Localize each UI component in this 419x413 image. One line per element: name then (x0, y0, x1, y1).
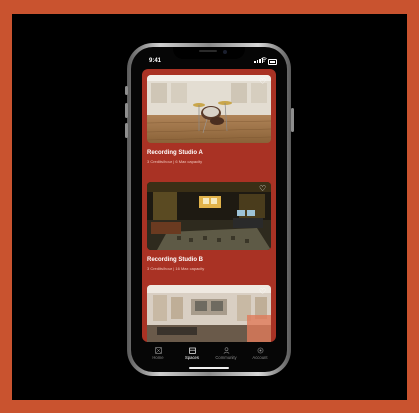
space-capacity: 6 Max capacity (175, 159, 203, 164)
home-icon (154, 347, 162, 354)
community-icon (223, 347, 229, 354)
space-meta: 3 Credits/hour | 6 Max capacity (147, 159, 271, 164)
favorite-heart-icon[interactable]: ♡ (259, 288, 267, 296)
space-title: Recording Studio A (147, 150, 203, 156)
battery-icon (268, 59, 277, 65)
earpiece-speaker (199, 50, 217, 52)
account-icon (257, 347, 263, 354)
tab-account[interactable]: Account (245, 345, 275, 372)
space-card[interactable]: ♡ Recording Studio B 3 Credits/hour | 16… (147, 182, 271, 271)
favorite-heart-icon[interactable]: ♡ (259, 78, 267, 86)
spaces-icon (188, 347, 196, 354)
space-photo: ♡ (147, 75, 271, 143)
status-time: 9:41 (149, 58, 162, 64)
volume-down-button (125, 123, 128, 138)
tab-label: Community (215, 355, 237, 360)
tab-label: Spaces (185, 355, 199, 360)
tab-label: Account (252, 355, 268, 360)
space-photo: ♡ (147, 182, 271, 250)
mute-switch (125, 86, 128, 95)
space-capacity: 16 Max capacity (175, 266, 205, 271)
space-card[interactable]: ♡ Recording Studio A 3 Credits/hour | 6 … (147, 75, 271, 164)
front-camera (223, 50, 227, 54)
spaces-list[interactable]: ♡ Recording Studio A 3 Credits/hour | 6 … (142, 69, 276, 342)
notch (173, 47, 245, 59)
power-button (291, 108, 294, 132)
space-photo: ♡ (147, 285, 271, 342)
space-meta: 3 Credits/hour | 16 Max capacity (147, 266, 271, 271)
volume-up-button (125, 103, 128, 118)
favorite-heart-icon[interactable]: ♡ (259, 185, 267, 193)
wifi-icon (261, 57, 267, 64)
phone-screen: 9:41 ♡ Recording Studio A 3 Credits/hour… (131, 47, 287, 372)
space-credits: 3 Credits/hour (147, 159, 173, 164)
tab-label: Home (152, 355, 164, 360)
space-card[interactable]: ♡ (147, 285, 271, 342)
home-indicator (189, 367, 229, 369)
tab-home[interactable]: Home (143, 345, 173, 372)
space-title: Recording Studio B (147, 257, 203, 263)
space-credits: 3 Credits/hour (147, 266, 173, 271)
